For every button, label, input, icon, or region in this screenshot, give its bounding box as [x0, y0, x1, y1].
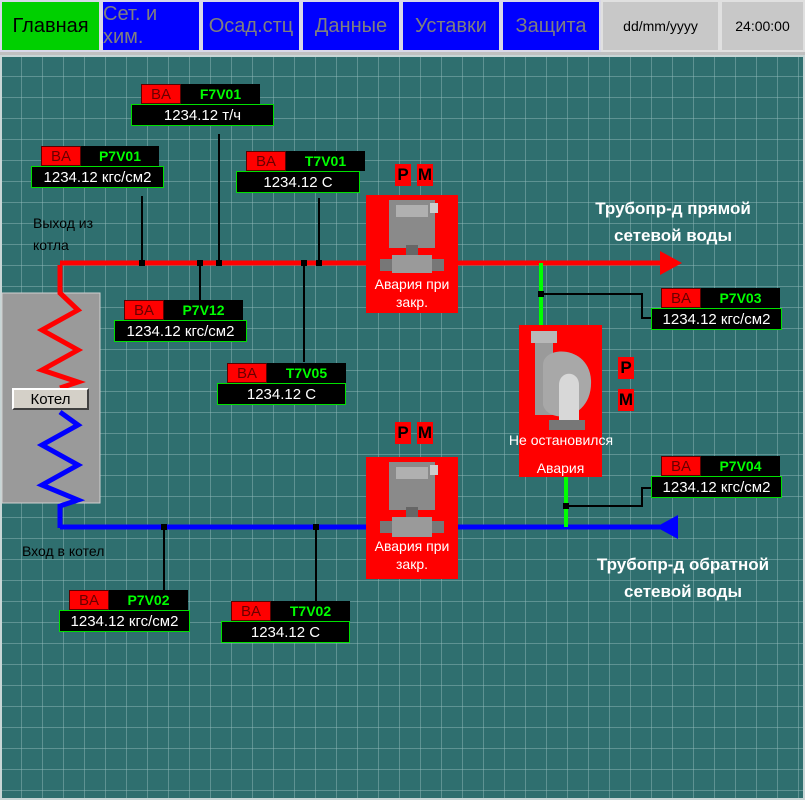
boiler-outlet-label: Выход из котла — [33, 215, 94, 253]
boiler-inlet-label: Вход в котел — [22, 543, 105, 559]
ba-indicator: BA — [661, 456, 701, 476]
valve-bottom-mode: P M — [395, 422, 433, 444]
tag-value: 1234.12 C — [217, 383, 346, 405]
ba-indicator: BA — [661, 288, 701, 308]
valve-status-text: Авария при закр. — [374, 538, 450, 572]
valve-icon — [380, 462, 444, 537]
tag-value: 1234.12 кгс/см2 — [31, 166, 164, 188]
tag-name: T7V02 — [271, 601, 350, 621]
m-indicator[interactable]: M — [618, 389, 634, 411]
valve-top-mode: P M — [395, 164, 433, 186]
tag-value: 1234.12 кгс/см2 — [59, 610, 190, 632]
pump-status-primary: Не остановился — [508, 432, 614, 448]
return-arrow — [656, 515, 678, 539]
tag-value: 1234.12 кгс/см2 — [114, 320, 247, 342]
tag-name: P7V12 — [164, 300, 243, 320]
pump-status-secondary: Авария — [536, 460, 585, 476]
supply-arrow — [660, 251, 682, 275]
tag-value: 1234.12 кгс/см2 — [651, 476, 782, 498]
tag-value: 1234.12 C — [221, 621, 350, 643]
m-indicator[interactable]: M — [417, 422, 433, 444]
tag-name: P7V04 — [701, 456, 780, 476]
return-pipe-label: Трубопр-д обратной сетевой воды — [596, 555, 770, 601]
pipeline-diagram — [1, 134, 682, 601]
ba-indicator: BA — [41, 146, 81, 166]
valve-status-text: Авария при закр. — [374, 276, 450, 310]
tag-value: 1234.12 кгс/см2 — [651, 308, 782, 330]
supply-pipe-label: Трубопр-д прямой сетевой воды — [595, 199, 751, 245]
valve-icon — [380, 200, 444, 273]
valve-supply[interactable]: Авария при закр. — [366, 195, 458, 313]
valve-return[interactable]: Авария при закр. — [366, 457, 458, 579]
tag-name: T7V05 — [267, 363, 346, 383]
tag-value: 1234.12 C — [236, 171, 360, 193]
tag-name: F7V01 — [181, 84, 260, 104]
tag-name: P7V02 — [109, 590, 188, 610]
ba-indicator: BA — [231, 601, 271, 621]
pump-mode: P M — [618, 357, 634, 417]
boiler-button[interactable]: Котел — [12, 388, 89, 410]
ba-indicator: BA — [227, 363, 267, 383]
p-indicator[interactable]: P — [395, 164, 411, 186]
ba-indicator: BA — [69, 590, 109, 610]
tag-name: P7V03 — [701, 288, 780, 308]
ba-indicator: BA — [124, 300, 164, 320]
m-indicator[interactable]: M — [417, 164, 433, 186]
pump-icon — [531, 331, 592, 430]
p-indicator[interactable]: P — [618, 357, 634, 379]
p-indicator[interactable]: P — [395, 422, 411, 444]
tag-value: 1234.12 т/ч — [131, 104, 274, 126]
tag-name: T7V01 — [286, 151, 365, 171]
network-pump[interactable]: Не остановился Авария — [509, 325, 613, 477]
ba-indicator: BA — [246, 151, 286, 171]
ba-indicator: BA — [141, 84, 181, 104]
tag-name: P7V01 — [81, 146, 159, 166]
